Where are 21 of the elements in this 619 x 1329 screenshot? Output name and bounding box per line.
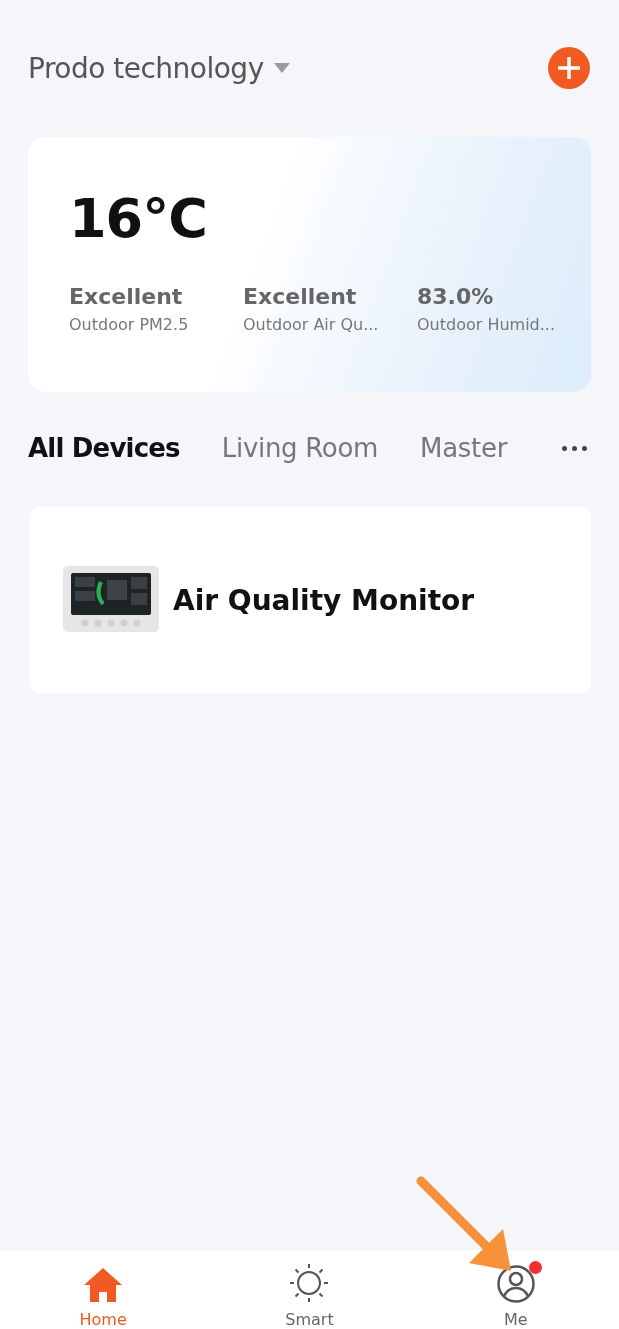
home-name[interactable]: Prodo technology: [28, 51, 264, 85]
stat-value: 83.0%: [417, 284, 495, 309]
device-card[interactable]: Air Quality Monitor: [30, 506, 591, 694]
nav-tab[interactable]: Home: [0, 1250, 207, 1329]
stat-label: Outdoor PM2.5: [69, 315, 190, 334]
stat-label: Outdoor Humid...: [417, 315, 557, 334]
sun-icon: [288, 1262, 331, 1304]
add-button[interactable]: [548, 47, 590, 89]
weather-card[interactable]: 16°C Excellent Outdoor PM2.5 Excellent Outdoor Air Qu... 83.0% Outdoor Humid...: [28, 137, 591, 392]
profile-icon: [495, 1264, 536, 1304]
dropdown-caret-icon[interactable]: [273, 63, 290, 73]
stat-value: Excellent: [243, 284, 358, 309]
device-name: Air Quality Monitor: [173, 583, 475, 617]
nav-tab[interactable]: Smart: [206, 1250, 413, 1329]
room-tab[interactable]: All Devices: [28, 433, 180, 463]
stat-label: Outdoor Air Qu...: [243, 315, 380, 334]
room-tab[interactable]: Master: [420, 433, 508, 463]
plus-icon: [558, 57, 580, 79]
stat-value: Excellent: [69, 284, 184, 309]
room-tab[interactable]: Living Room: [221, 433, 379, 463]
temperature: 16°C: [69, 187, 208, 250]
